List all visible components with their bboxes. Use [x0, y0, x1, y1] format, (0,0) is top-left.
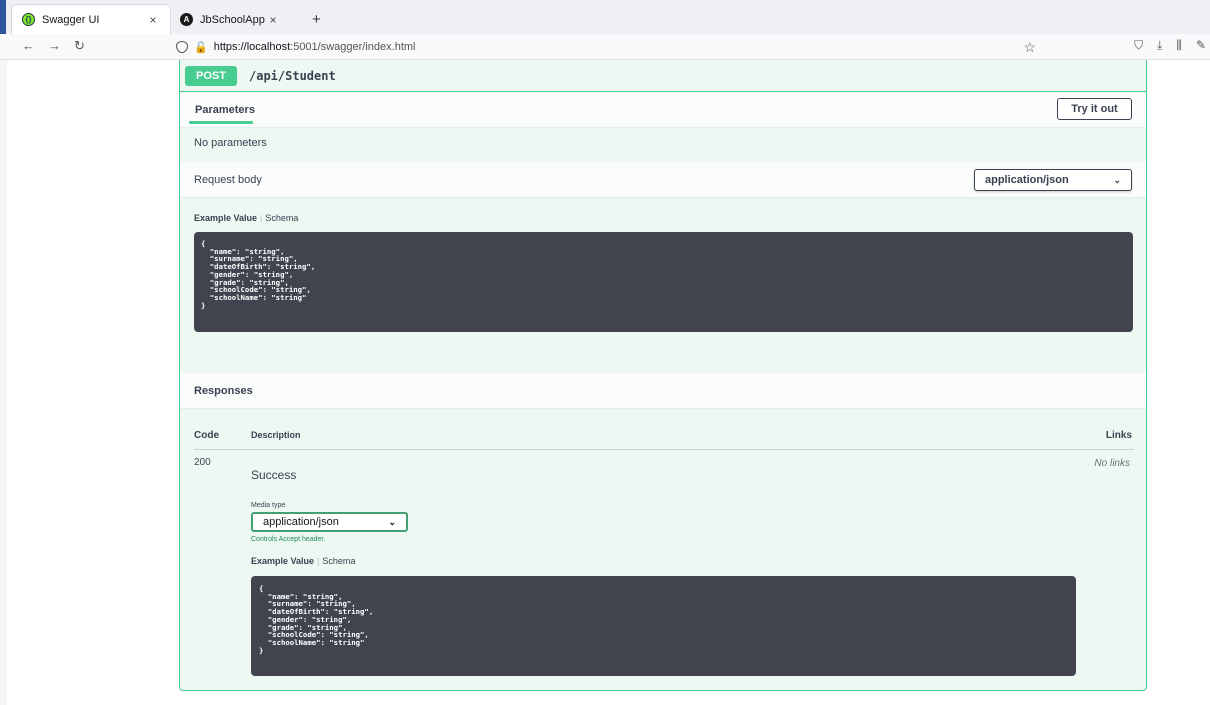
response-description: Success: [251, 468, 297, 482]
try-it-out-button[interactable]: Try it out: [1057, 98, 1132, 120]
responses-header-divider: [194, 449, 1134, 450]
media-type-label: Media type: [251, 502, 286, 509]
request-content-type-select[interactable]: application/json ⌄: [974, 169, 1132, 191]
tab-example-value[interactable]: Example Value: [251, 556, 314, 566]
library-icon[interactable]: ⫼: [1176, 38, 1182, 53]
new-tab-button[interactable]: +: [312, 11, 321, 28]
tab-schema[interactable]: Schema: [265, 213, 298, 223]
tab-label: Swagger UI: [42, 13, 100, 26]
responses-title: Responses: [194, 385, 253, 397]
request-body-title: Request body: [194, 174, 262, 186]
forward-arrow-icon[interactable]: →: [48, 38, 61, 53]
operation-summary[interactable]: POST /api/Student: [180, 60, 1146, 92]
pocket-icon[interactable]: ⛉: [1134, 38, 1143, 53]
close-icon[interactable]: ×: [146, 13, 160, 27]
parameters-tab-indicator: [189, 121, 253, 124]
url-host: https://localhost: [213, 41, 291, 53]
parameters-section-header: Parameters Try it out: [180, 93, 1146, 127]
url-path: :5001/swagger/index.html: [290, 41, 416, 53]
chevron-down-icon: ⌄: [1113, 174, 1121, 185]
left-scroll-gutter: [0, 60, 7, 705]
close-icon[interactable]: ×: [266, 13, 280, 27]
angular-icon: A: [180, 13, 193, 26]
operation-path: /api/Student: [249, 68, 336, 83]
response-links: No links: [1094, 458, 1130, 469]
accept-header-note: Controls Accept header.: [251, 536, 326, 543]
response-example-code: { "name": "string", "surname": "string",…: [251, 576, 1076, 676]
response-code: 200: [194, 457, 211, 468]
request-content-type-value: application/json: [985, 174, 1069, 186]
responses-header-code: Code: [194, 430, 219, 441]
tab-separator: |: [260, 213, 263, 223]
request-body-section-header: Request body application/json ⌄: [180, 162, 1146, 197]
tab-schema[interactable]: Schema: [322, 556, 355, 566]
request-example-tabs: Example Value | Schema: [194, 213, 298, 223]
response-media-type-select[interactable]: application/json ⌄: [251, 512, 408, 532]
url-text: https://localhost:5001/swagger/index.htm…: [214, 41, 416, 53]
tab-swagger-ui[interactable]: {} Swagger UI ×: [12, 5, 170, 34]
response-media-type-value: application/json: [263, 516, 339, 528]
responses-header-description: Description: [251, 430, 301, 440]
responses-header-links: Links: [1105, 430, 1132, 441]
reload-icon[interactable]: ↻: [74, 38, 85, 54]
tab-example-value[interactable]: Example Value: [194, 213, 257, 223]
tab-separator: |: [317, 556, 320, 566]
tab-jbschoolapp[interactable]: A JbSchoolApp ×: [170, 5, 290, 34]
responses-section-header: Responses: [180, 373, 1146, 408]
response-example-tabs: Example Value | Schema: [251, 556, 355, 566]
bookmark-star-icon[interactable]: ☆: [1023, 39, 1036, 56]
lock-icon[interactable]: 🔓: [194, 41, 208, 54]
no-parameters-text: No parameters: [194, 137, 267, 149]
extensions-icon[interactable]: ✎: [1196, 38, 1206, 53]
tracking-shield-icon[interactable]: [176, 41, 188, 53]
parameters-title: Parameters: [195, 104, 255, 116]
request-example-code: { "name": "string", "surname": "string",…: [194, 232, 1133, 332]
back-arrow-icon[interactable]: ←: [22, 38, 35, 53]
browser-tab-bar: {} Swagger UI × A JbSchoolApp × +: [0, 0, 1210, 60]
toolbar-icons: ⛉ ⤓ ⫼ ✎: [1134, 38, 1210, 53]
http-method-badge: POST: [185, 65, 237, 86]
browser-nav-bar: ← → ↻ 🔓 https://localhost:5001/swagger/i…: [0, 34, 1210, 60]
tab-label: JbSchoolApp: [200, 13, 265, 26]
downloads-icon[interactable]: ⤓: [1157, 38, 1162, 53]
operation-block-post: POST /api/Student Parameters Try it out …: [179, 60, 1147, 691]
address-bar[interactable]: 🔓 https://localhost:5001/swagger/index.h…: [168, 37, 1048, 57]
chevron-down-icon: ⌄: [388, 516, 396, 527]
swagger-icon: {}: [22, 13, 35, 26]
